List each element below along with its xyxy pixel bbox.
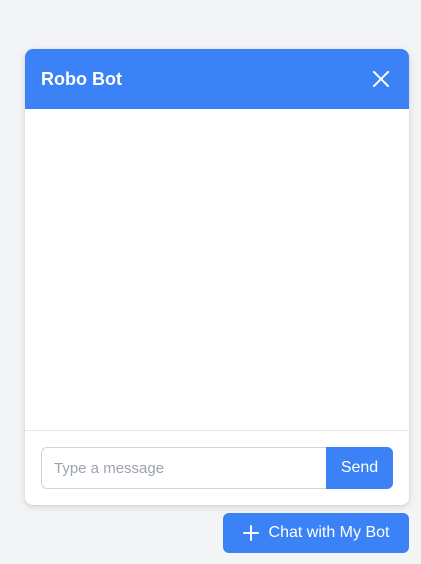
message-input[interactable] xyxy=(41,447,326,489)
message-composer: Send xyxy=(25,430,409,505)
chat-launcher-button[interactable]: Chat with My Bot xyxy=(223,513,409,553)
chat-title: Robo Bot xyxy=(41,68,122,89)
plus-icon xyxy=(242,525,259,541)
message-list xyxy=(25,109,409,430)
chat-launcher-label: Chat with My Bot xyxy=(268,524,390,541)
send-button[interactable]: Send xyxy=(326,447,393,489)
chat-header: Robo Bot xyxy=(25,49,409,109)
chat-window: Robo Bot Send xyxy=(25,49,409,505)
close-icon xyxy=(373,71,389,87)
input-row: Send xyxy=(41,447,393,489)
close-button[interactable] xyxy=(369,67,393,91)
